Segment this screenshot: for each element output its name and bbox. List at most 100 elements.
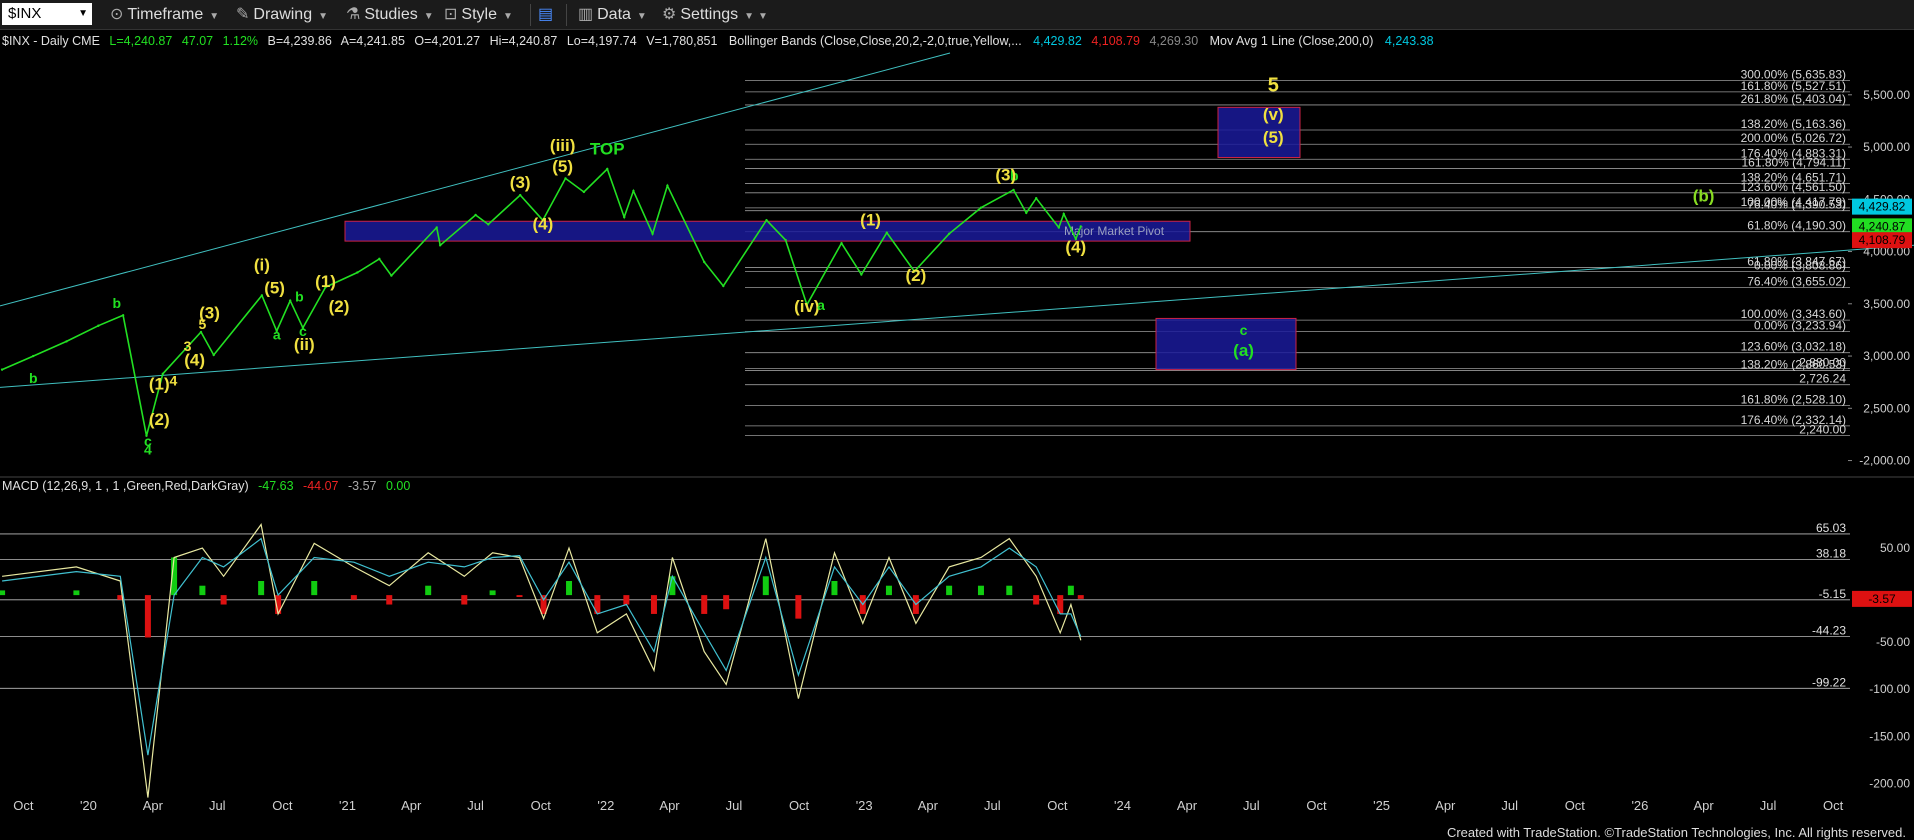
wave-label: (4) bbox=[532, 215, 553, 234]
chevron-down-icon[interactable]: ▼ bbox=[318, 11, 328, 22]
price-tag-label: 4,108.79 bbox=[1859, 233, 1906, 247]
price-point bbox=[212, 353, 215, 357]
style-label[interactable]: Style bbox=[461, 6, 497, 23]
info-ma-label: Mov Avg 1 Line (Close,200,0) bbox=[1210, 34, 1374, 48]
macd-histogram-bar bbox=[386, 595, 393, 605]
x-tick-label: Oct bbox=[13, 798, 34, 813]
overflow-chevron-icon[interactable]: ▼ bbox=[758, 11, 768, 22]
wave-label: a bbox=[273, 326, 281, 342]
settings-menu[interactable]: ⚙ Settings ▼ bbox=[662, 4, 754, 26]
studies-menu[interactable]: ⚗ Studies ▼ bbox=[346, 4, 434, 26]
studies-label[interactable]: Studies bbox=[364, 6, 417, 23]
pencil-icon: ✎ bbox=[236, 6, 250, 23]
wave-label: 4 bbox=[144, 441, 152, 457]
time-axis: Oct '20 Apr Jul Oct '21 Apr Jul Oct '22 Apr Jul Oct '… bbox=[13, 798, 1843, 813]
zone-box bbox=[1217, 106, 1301, 158]
x-tick-label: '22 bbox=[597, 798, 614, 813]
fib-label: 200.00% (5,026.72) bbox=[1741, 131, 1846, 145]
wave-label: (1) bbox=[315, 272, 336, 291]
price-point bbox=[0, 368, 4, 371]
price-point bbox=[784, 238, 787, 242]
data-menu[interactable]: ▥ Data ▼ bbox=[578, 4, 647, 26]
x-tick-label: Apr bbox=[143, 798, 164, 813]
info-pct: 1.12% bbox=[223, 34, 258, 48]
price-point bbox=[487, 223, 490, 226]
x-tick-label: Oct bbox=[272, 798, 293, 813]
macd-histogram-bar bbox=[650, 595, 657, 614]
wave-label: (5) bbox=[1263, 128, 1284, 147]
drawing-menu[interactable]: ✎ Drawing ▼ bbox=[236, 4, 328, 26]
footer-credit: Created with TradeStation. ©TradeStation… bbox=[1446, 825, 1906, 840]
settings-label[interactable]: Settings bbox=[680, 6, 738, 23]
more-menu[interactable]: ▼ bbox=[752, 4, 768, 26]
x-tick-label: Jul bbox=[726, 798, 743, 813]
wave-label: (5) bbox=[552, 157, 573, 176]
price-tag-label: 4,240.87 bbox=[1859, 219, 1906, 233]
macd-histogram-bar bbox=[885, 585, 892, 596]
fib-label: 138.20% (2,860.53) bbox=[1741, 358, 1846, 372]
chart-area[interactable]: $INX - Daily CME L=4,240.87 47.07 1.12% … bbox=[0, 31, 1914, 831]
price-point bbox=[947, 232, 951, 235]
timeframe-menu[interactable]: ⊙ Timeframe ▼ bbox=[110, 4, 219, 26]
clock-icon: ⊙ bbox=[110, 6, 124, 23]
wave-label: (4) bbox=[1065, 238, 1086, 257]
y-tick-label: -2,000.00 bbox=[1859, 454, 1910, 468]
macd-histogram-bar bbox=[762, 576, 769, 596]
macd-value: -47.63 bbox=[258, 479, 293, 493]
x-tick-label: Jul bbox=[1760, 798, 1777, 813]
chevron-down-icon[interactable]: ▼ bbox=[424, 11, 434, 22]
price-point bbox=[1034, 197, 1038, 200]
layout-button[interactable]: ▤ bbox=[538, 4, 557, 26]
toolbar-separator bbox=[566, 4, 567, 26]
info-last: L=4,240.87 bbox=[109, 34, 172, 48]
price-point bbox=[288, 299, 292, 302]
price-point bbox=[564, 177, 567, 180]
fib-label: 61.80% (4,190.30) bbox=[1747, 219, 1846, 233]
macd-level-label: -99.22 bbox=[1812, 675, 1846, 689]
macd-histogram-bar bbox=[566, 581, 573, 596]
data-label[interactable]: Data bbox=[597, 6, 631, 23]
style-menu[interactable]: ⊡ Style ▼ bbox=[444, 4, 513, 26]
fib-label: 123.60% (4,561.50) bbox=[1741, 180, 1846, 194]
symbol-text[interactable]: $INX bbox=[8, 5, 41, 22]
wave-label: (2) bbox=[329, 297, 350, 316]
macd-y-tick-label: -50.00 bbox=[1876, 635, 1910, 649]
wave-label: TOP bbox=[590, 139, 625, 158]
price-point bbox=[65, 340, 68, 343]
chevron-down-icon[interactable]: ▼ bbox=[503, 11, 513, 22]
symbol-dropdown-icon[interactable]: ▼ bbox=[78, 3, 88, 25]
info-prefix: $INX - Daily CME bbox=[2, 34, 100, 48]
price-point bbox=[765, 219, 768, 222]
macd-level-label: 65.03 bbox=[1816, 521, 1846, 535]
macd-histogram-bar bbox=[220, 595, 227, 605]
chevron-down-icon[interactable]: ▼ bbox=[209, 11, 219, 22]
price-point bbox=[885, 231, 889, 234]
symbol-input[interactable]: $INX ▼ bbox=[2, 3, 92, 25]
info-ask: A=4,241.85 bbox=[341, 34, 405, 48]
wave-label: (a) bbox=[1233, 341, 1254, 360]
wave-label: (iv) bbox=[794, 297, 820, 316]
layout-icon[interactable]: ▤ bbox=[538, 4, 553, 26]
macd-histogram-bar bbox=[946, 585, 953, 596]
y-tick-label: 3,500.00 bbox=[1863, 297, 1910, 311]
macd-histogram-bar bbox=[1006, 585, 1013, 596]
x-tick-label: '24 bbox=[1114, 798, 1131, 813]
info-lo: Lo=4,197.74 bbox=[567, 34, 637, 48]
price-point bbox=[651, 232, 654, 235]
price-point bbox=[390, 274, 393, 277]
drawing-label[interactable]: Drawing bbox=[253, 6, 312, 23]
fib-label: 2,240.00 bbox=[1799, 422, 1846, 436]
timeframe-label[interactable]: Timeframe bbox=[127, 6, 203, 23]
wave-label: (3) bbox=[510, 173, 531, 192]
macd-histogram-bar bbox=[723, 595, 730, 610]
macd-histogram-bar bbox=[144, 595, 151, 638]
chevron-down-icon[interactable]: ▼ bbox=[637, 11, 647, 22]
macd-histogram-bar bbox=[540, 595, 547, 614]
price-point bbox=[121, 314, 125, 317]
fib-label: 261.80% (5,403.04) bbox=[1741, 92, 1846, 106]
price-point bbox=[606, 167, 609, 171]
x-tick-label: '20 bbox=[80, 798, 97, 813]
wave-label: (3) bbox=[199, 303, 220, 322]
price-point bbox=[260, 294, 264, 297]
y-tick-label: 2,500.00 bbox=[1863, 401, 1910, 415]
